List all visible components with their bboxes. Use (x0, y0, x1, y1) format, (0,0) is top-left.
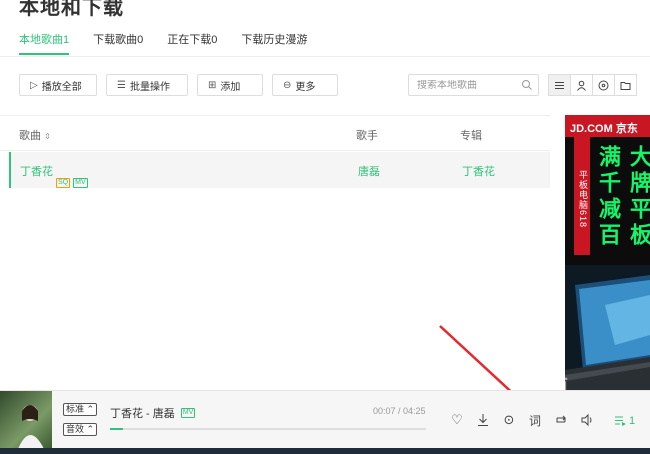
toolbar: ▷ 播放全部 ☰ 批量操作 ⊞ 添加 ⊖ 更多 (19, 74, 338, 96)
tab-bar: 本地歌曲1 下载歌曲0 正在下载0 下载历史漫游 (19, 31, 331, 55)
tab-downloaded-songs[interactable]: 下载歌曲0 (93, 31, 143, 55)
tab-divider (0, 56, 650, 57)
playback-time: 00:07 / 04:25 (373, 406, 426, 416)
more-label: 更多 (295, 81, 316, 93)
music-app-window: 本地和下载 本地歌曲1 下载歌曲0 正在下载0 下载历史漫游 ▷ 播放全部 ☰ … (0, 0, 650, 454)
search-box (408, 74, 539, 96)
plus-icon: ⊞ (208, 79, 217, 91)
column-song-label: 歌曲 (19, 130, 41, 142)
search-icon[interactable] (521, 79, 533, 91)
playlist-count: 1 (629, 415, 636, 427)
person-icon (577, 80, 586, 91)
quality-label: 标准 (66, 404, 85, 414)
heart-icon: ♡ (451, 412, 463, 427)
player-controls: ♡ ⊙ 词 (448, 411, 596, 429)
repeat-button[interactable] (552, 411, 570, 429)
folder-icon (620, 81, 631, 90)
table-header: 歌曲 ⇕ 歌手 专辑 (0, 115, 550, 151)
download-button[interactable] (474, 411, 492, 429)
progress-fill (110, 428, 123, 430)
album-cover[interactable] (0, 391, 52, 449)
like-button[interactable]: ♡ (448, 411, 466, 429)
now-playing: 丁香花 - 唐磊 MV (110, 405, 196, 421)
play-all-label: 播放全部 (41, 81, 82, 93)
download-icon (478, 414, 488, 426)
add-button[interactable]: ⊞ 添加 (197, 74, 263, 96)
sort-icon: ⇕ (44, 132, 51, 141)
play-icon: ▷ (30, 79, 38, 91)
play-all-button[interactable]: ▷ 播放全部 (19, 74, 97, 96)
effect-label: 音效 (66, 424, 85, 434)
list-view-button[interactable] (548, 74, 571, 96)
taskbar-strip (0, 448, 650, 454)
batch-label: 批量操作 (129, 81, 170, 93)
main-panel: 本地和下载 本地歌曲1 下载歌曲0 正在下载0 下载历史漫游 ▷ 播放全部 ☰ … (0, 0, 650, 390)
album-view-button[interactable] (592, 74, 615, 96)
ad-vertical-text: 平板电脑618 (574, 137, 590, 255)
tab-local-songs[interactable]: 本地歌曲1 (19, 31, 70, 55)
sound-effect-selector[interactable]: 音效 ⌃ (63, 423, 98, 436)
ad-headline-1: 满千减百 (596, 145, 621, 249)
folder-view-button[interactable] (614, 74, 637, 96)
song-cell: 丁香花SQ MV (20, 163, 88, 189)
laptop-image (565, 265, 650, 390)
ad-headline-2: 大牌平板 (627, 145, 650, 249)
volume-button[interactable] (578, 411, 596, 429)
ad-brand: JD.COM 京东 (565, 115, 650, 137)
player-bar: 标准 ⌃ 音效 ⌃ 丁香花 - 唐磊 MV 00:07 / 04:25 ♡ ⊙ … (0, 390, 650, 449)
sq-badge: SQ (56, 178, 71, 189)
list-icon (555, 81, 564, 89)
add-label: 添加 (220, 81, 241, 93)
chevron-up-icon: ⌃ (86, 424, 95, 434)
more-icon: ⊙ (503, 412, 515, 427)
table-row[interactable]: 丁香花SQ MV 唐磊 丁香花 (9, 152, 550, 189)
chevron-up-icon: ⌃ (86, 404, 95, 414)
more-icon: ⊖ (283, 79, 292, 91)
lyrics-button[interactable]: 词 (526, 411, 544, 429)
search-input[interactable] (417, 79, 517, 91)
column-album: 专辑 (460, 130, 482, 142)
disc-icon (598, 80, 609, 90)
column-song[interactable]: 歌曲 ⇕ (19, 127, 51, 143)
lyrics-label: 词 (528, 413, 541, 428)
quality-selector[interactable]: 标准 ⌃ (63, 403, 98, 416)
artist-cell[interactable]: 唐磊 (358, 163, 380, 179)
tab-download-history[interactable]: 下载历史漫游 (241, 31, 307, 55)
album-cell[interactable]: 丁香花 (462, 163, 495, 179)
page-title: 本地和下载 (19, 0, 124, 19)
song-title[interactable]: 丁香花 (20, 166, 53, 178)
progress-bar[interactable] (110, 428, 426, 430)
view-switcher (548, 74, 637, 96)
mv-badge[interactable]: MV (73, 178, 88, 189)
tab-downloading[interactable]: 正在下载0 (167, 31, 217, 55)
batch-operation-button[interactable]: ☰ 批量操作 (106, 74, 188, 96)
checklist-icon: ☰ (117, 79, 126, 91)
repeat-icon (556, 415, 566, 423)
now-playing-title[interactable]: 丁香花 - 唐磊 (110, 408, 175, 420)
more-button[interactable]: ⊖ 更多 (272, 74, 338, 96)
advertisement-banner[interactable]: JD.COM 京东 平板电脑618 满千减百 大牌平板 (565, 115, 650, 390)
mv-badge[interactable]: MV (180, 408, 196, 419)
playlist-icon (615, 416, 626, 426)
speaker-icon (581, 413, 592, 427)
column-artist: 歌手 (356, 130, 378, 142)
more-options-button[interactable]: ⊙ (500, 411, 518, 429)
cover-image (18, 405, 44, 449)
playlist-button[interactable]: 1 (614, 415, 635, 427)
artist-view-button[interactable] (570, 74, 593, 96)
